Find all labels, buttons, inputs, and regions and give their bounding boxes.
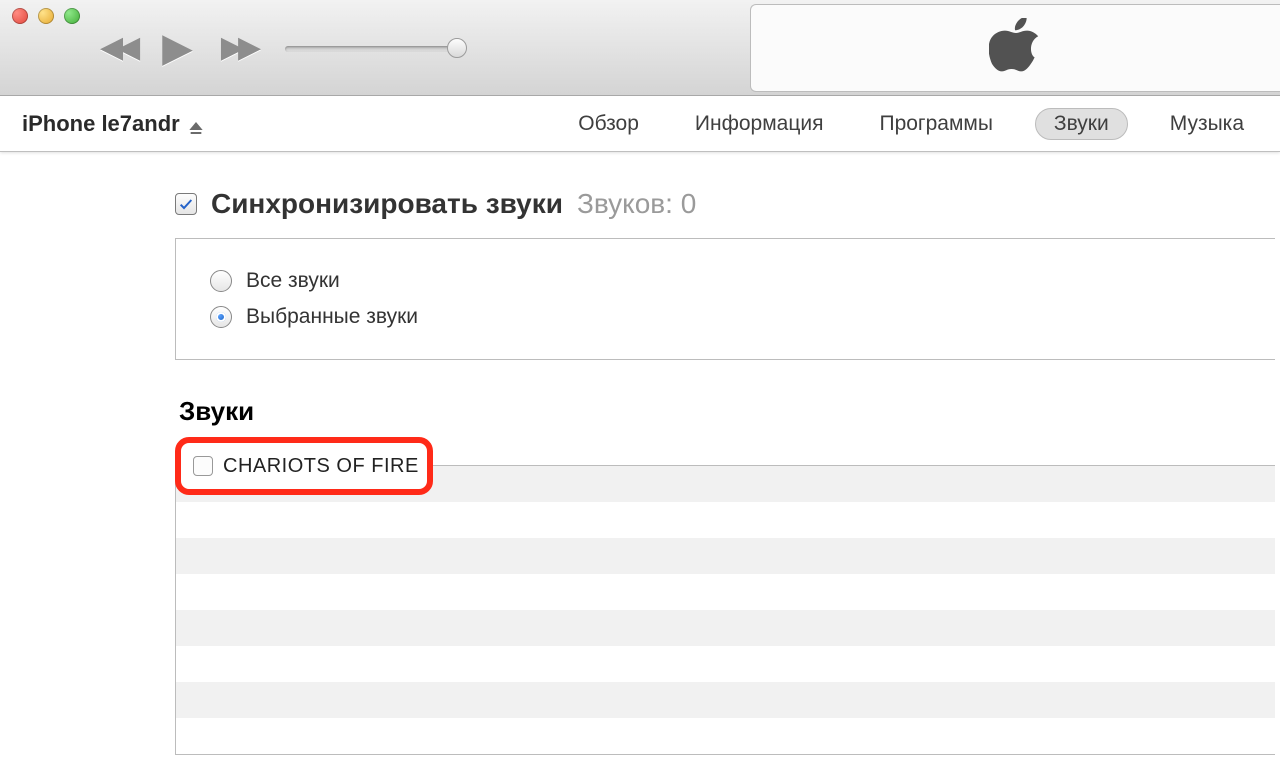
table-row[interactable] <box>176 682 1275 718</box>
playback-controls: ◀◀ ▶ ▶▶ <box>100 25 255 71</box>
apple-logo-icon <box>989 18 1043 78</box>
sounds-list <box>175 465 1275 755</box>
tab-music[interactable]: Музыка <box>1156 108 1258 140</box>
table-row[interactable] <box>176 646 1275 682</box>
volume-thumb[interactable] <box>447 38 467 58</box>
sound-item-highlight: CHARIOTS OF FIRE <box>175 437 433 495</box>
sync-sounds-label: Синхронизировать звуки <box>211 188 563 220</box>
table-row[interactable] <box>176 610 1275 646</box>
tab-apps[interactable]: Программы <box>865 108 1006 140</box>
tab-overview[interactable]: Обзор <box>564 108 653 140</box>
tab-sounds[interactable]: Звуки <box>1035 108 1128 140</box>
table-row[interactable] <box>176 574 1275 610</box>
volume-slider[interactable] <box>285 43 465 53</box>
radio-icon <box>210 270 232 292</box>
zoom-window-button[interactable] <box>64 8 80 24</box>
radio-selected-sounds[interactable]: Выбранные звуки <box>210 299 1241 335</box>
table-row[interactable] <box>176 502 1275 538</box>
sync-tabs: Обзор Информация Программы Звуки Музыка <box>564 108 1258 140</box>
sounds-section-title: Звуки <box>179 396 1280 427</box>
tab-info[interactable]: Информация <box>681 108 838 140</box>
minimize-window-button[interactable] <box>38 8 54 24</box>
volume-track <box>285 46 465 52</box>
device-name-label: iPhone le7andr <box>22 111 180 137</box>
close-window-button[interactable] <box>12 8 28 24</box>
radio-all-label: Все звуки <box>246 269 340 293</box>
sync-scope-panel: Все звуки Выбранные звуки <box>175 238 1275 360</box>
device-selector[interactable]: iPhone le7andr <box>22 111 204 137</box>
device-tab-bar: iPhone le7andr Обзор Информация Программ… <box>0 96 1280 152</box>
next-track-button[interactable]: ▶▶ <box>221 30 255 65</box>
table-row[interactable] <box>176 538 1275 574</box>
eject-icon[interactable] <box>188 116 204 132</box>
previous-track-button[interactable]: ◀◀ <box>100 30 134 65</box>
sound-item-checkbox[interactable] <box>193 456 213 476</box>
play-button[interactable]: ▶ <box>162 25 193 71</box>
player-toolbar: ◀◀ ▶ ▶▶ <box>0 0 1280 96</box>
check-icon <box>178 196 194 212</box>
sync-header: Синхронизировать звуки Звуков: 0 <box>175 188 1280 220</box>
sync-sounds-checkbox[interactable] <box>175 193 197 215</box>
table-row[interactable] <box>176 718 1275 754</box>
now-playing-panel <box>750 4 1280 92</box>
window-controls <box>12 8 80 24</box>
sounds-sync-pane: Синхронизировать звуки Звуков: 0 Все зву… <box>0 152 1280 755</box>
radio-all-sounds[interactable]: Все звуки <box>210 263 1241 299</box>
radio-selected-label: Выбранные звуки <box>246 305 418 329</box>
radio-icon <box>210 306 232 328</box>
sound-item-label: CHARIOTS OF FIRE <box>223 455 419 478</box>
sync-sounds-count: Звуков: 0 <box>577 188 696 220</box>
